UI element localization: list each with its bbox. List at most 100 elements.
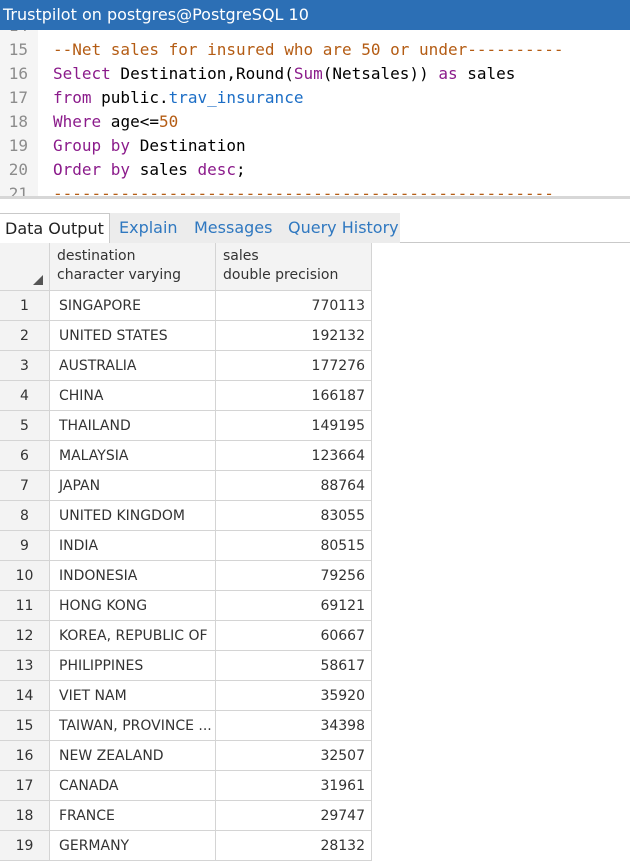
sales-cell[interactable]: 770113: [216, 291, 372, 321]
code-line[interactable]: 20 Order by sales desc;: [0, 158, 630, 182]
destination-cell[interactable]: NEW ZEALAND: [50, 741, 216, 771]
table-row[interactable]: 2 UNITED STATES 192132: [0, 321, 372, 351]
table-row[interactable]: 7 JAPAN 88764: [0, 471, 372, 501]
row-number[interactable]: 10: [0, 561, 50, 591]
sales-cell[interactable]: 32507: [216, 741, 372, 771]
tab-explain[interactable]: Explain: [119, 213, 178, 242]
line-number: 18: [8, 112, 28, 131]
destination-cell[interactable]: HONG KONG: [50, 591, 216, 621]
destination-cell[interactable]: CANADA: [50, 771, 216, 801]
row-number[interactable]: 17: [0, 771, 50, 801]
destination-cell[interactable]: UNITED KINGDOM: [50, 501, 216, 531]
table-row[interactable]: 11 HONG KONG 69121: [0, 591, 372, 621]
sales-cell[interactable]: 60667: [216, 621, 372, 651]
destination-cell[interactable]: MALAYSIA: [50, 441, 216, 471]
destination-cell[interactable]: JAPAN: [50, 471, 216, 501]
destination-cell[interactable]: TAIWAN, PROVINCE ...: [50, 711, 216, 741]
code-line[interactable]: 14: [0, 30, 630, 38]
table-row[interactable]: 9 INDIA 80515: [0, 531, 372, 561]
row-number[interactable]: 3: [0, 351, 50, 381]
table-row[interactable]: 5 THAILAND 149195: [0, 411, 372, 441]
code-line[interactable]: 19 Group by Destination: [0, 134, 630, 158]
row-number[interactable]: 7: [0, 471, 50, 501]
sales-cell[interactable]: 29747: [216, 801, 372, 831]
row-number[interactable]: 5: [0, 411, 50, 441]
sales-cell[interactable]: 88764: [216, 471, 372, 501]
row-number[interactable]: 2: [0, 321, 50, 351]
row-number[interactable]: 19: [0, 831, 50, 861]
destination-cell[interactable]: VIET NAM: [50, 681, 216, 711]
table-row[interactable]: 4 CHINA 166187: [0, 381, 372, 411]
code-text: Group by Destination: [53, 134, 246, 158]
table-row[interactable]: 17 CANADA 31961: [0, 771, 372, 801]
code-line[interactable]: 18 Where age<=50: [0, 110, 630, 134]
table-row[interactable]: 3 AUSTRALIA 177276: [0, 351, 372, 381]
destination-cell[interactable]: PHILIPPINES: [50, 651, 216, 681]
table-row[interactable]: 16 NEW ZEALAND 32507: [0, 741, 372, 771]
sales-cell[interactable]: 35920: [216, 681, 372, 711]
row-number[interactable]: 8: [0, 501, 50, 531]
table-row[interactable]: 12 KOREA, REPUBLIC OF 60667: [0, 621, 372, 651]
destination-cell[interactable]: THAILAND: [50, 411, 216, 441]
sales-cell[interactable]: 28132: [216, 831, 372, 861]
destination-cell[interactable]: INDONESIA: [50, 561, 216, 591]
sales-cell[interactable]: 166187: [216, 381, 372, 411]
code-token: Where: [53, 112, 102, 131]
table-row[interactable]: 6 MALAYSIA 123664: [0, 441, 372, 471]
code-line[interactable]: 21 --------------------------------------…: [0, 182, 630, 196]
tab-data-output[interactable]: Data Output: [0, 213, 110, 243]
row-number[interactable]: 9: [0, 531, 50, 561]
sales-cell[interactable]: 58617: [216, 651, 372, 681]
destination-cell[interactable]: CHINA: [50, 381, 216, 411]
sales-cell[interactable]: 192132: [216, 321, 372, 351]
sales-cell[interactable]: 69121: [216, 591, 372, 621]
grid-corner[interactable]: [0, 243, 50, 291]
sales-cell[interactable]: 177276: [216, 351, 372, 381]
row-number[interactable]: 12: [0, 621, 50, 651]
row-number[interactable]: 4: [0, 381, 50, 411]
destination-cell[interactable]: AUSTRALIA: [50, 351, 216, 381]
sales-cell[interactable]: 79256: [216, 561, 372, 591]
row-number[interactable]: 1: [0, 291, 50, 321]
code-line[interactable]: 16 Select Destination,Round(Sum(Netsales)…: [0, 62, 630, 86]
select-all-icon[interactable]: [33, 275, 43, 285]
sales-cell[interactable]: 31961: [216, 771, 372, 801]
sales-cell[interactable]: 123664: [216, 441, 372, 471]
line-number: 21: [8, 184, 28, 196]
table-row[interactable]: 1 SINGAPORE 770113: [0, 291, 372, 321]
code-line[interactable]: 17 from public.trav_insurance: [0, 86, 630, 110]
destination-cell[interactable]: GERMANY: [50, 831, 216, 861]
table-row[interactable]: 10 INDONESIA 79256: [0, 561, 372, 591]
column-header-sales[interactable]: sales double precision: [216, 243, 372, 291]
table-row[interactable]: 13 PHILIPPINES 58617: [0, 651, 372, 681]
table-row[interactable]: 8 UNITED KINGDOM 83055: [0, 501, 372, 531]
row-number[interactable]: 15: [0, 711, 50, 741]
tab-query-history[interactable]: Query History: [288, 213, 399, 242]
table-row[interactable]: 19 GERMANY 28132: [0, 831, 372, 861]
sales-cell[interactable]: 34398: [216, 711, 372, 741]
row-number[interactable]: 14: [0, 681, 50, 711]
row-number[interactable]: 6: [0, 441, 50, 471]
sales-cell[interactable]: 83055: [216, 501, 372, 531]
destination-cell[interactable]: KOREA, REPUBLIC OF: [50, 621, 216, 651]
sql-editor[interactable]: 14 15 --Net sales for insured who are 50 o…: [0, 30, 630, 196]
destination-cell[interactable]: SINGAPORE: [50, 291, 216, 321]
destination-cell[interactable]: INDIA: [50, 531, 216, 561]
tab-messages[interactable]: Messages: [194, 213, 272, 242]
column-header-destination[interactable]: destination character varying: [50, 243, 216, 291]
row-number[interactable]: 16: [0, 741, 50, 771]
table-row[interactable]: 14 VIET NAM 35920: [0, 681, 372, 711]
table-row[interactable]: 15 TAIWAN, PROVINCE ... 34398: [0, 711, 372, 741]
destination-cell[interactable]: UNITED STATES: [50, 321, 216, 351]
row-number[interactable]: 18: [0, 801, 50, 831]
sales-cell[interactable]: 149195: [216, 411, 372, 441]
code-line[interactable]: 15 --Net sales for insured who are 50 or …: [0, 38, 630, 62]
line-number: 19: [8, 136, 28, 155]
destination-cell[interactable]: FRANCE: [50, 801, 216, 831]
line-number: 14: [0, 30, 28, 38]
sales-cell[interactable]: 80515: [216, 531, 372, 561]
table-row[interactable]: 18 FRANCE 29747: [0, 801, 372, 831]
row-number[interactable]: 11: [0, 591, 50, 621]
column-name: destination: [57, 248, 136, 264]
row-number[interactable]: 13: [0, 651, 50, 681]
